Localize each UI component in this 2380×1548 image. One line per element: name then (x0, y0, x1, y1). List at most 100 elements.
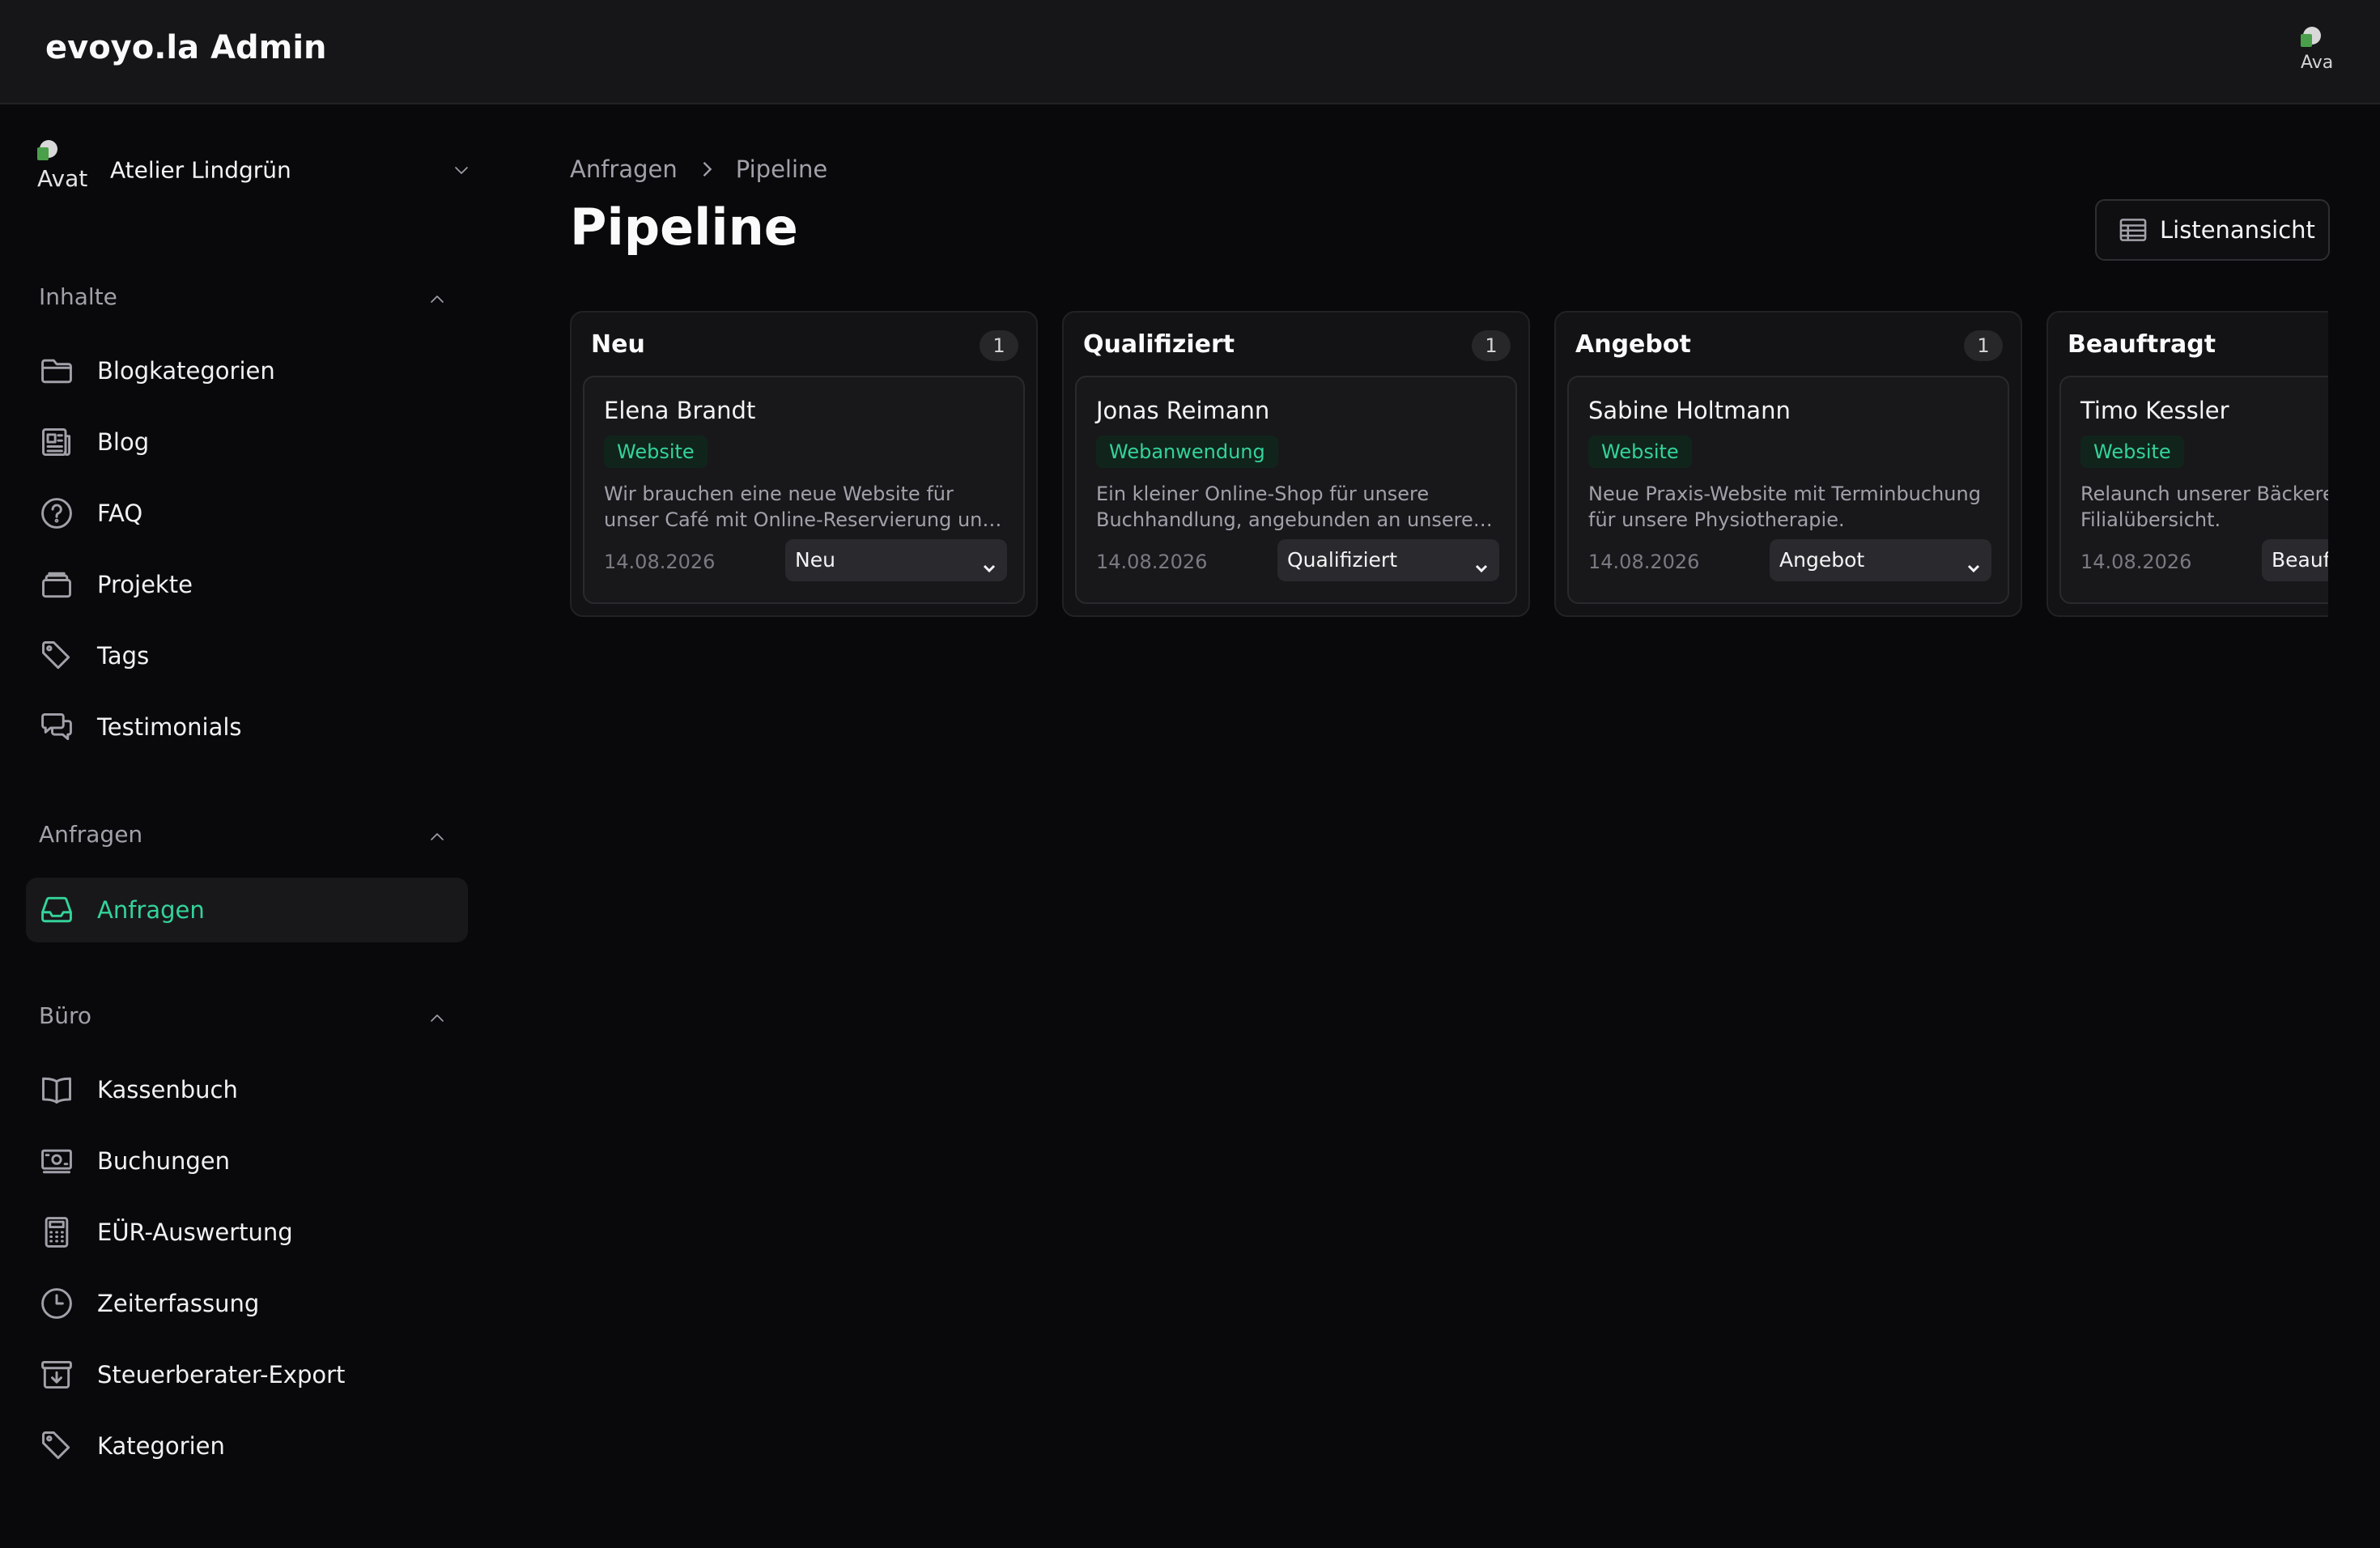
breadcrumb: Anfragen Pipeline (570, 155, 827, 183)
calculator-icon (39, 1214, 74, 1250)
chat-bubbles-icon (39, 709, 74, 745)
page-title: Pipeline (570, 198, 798, 257)
column-title: Qualifiziert (1083, 330, 1235, 359)
list-view-button[interactable]: Listenansicht (2095, 199, 2330, 261)
team-avatar-alt-text: Avat (37, 165, 88, 192)
sidebar-item-buchungen[interactable]: Buchungen (26, 1129, 468, 1193)
sidebar-item-label: EÜR-Auswertung (97, 1218, 293, 1246)
sidebar-item-steuerberater-export[interactable]: Steuerberater-Export (26, 1342, 468, 1407)
sidebar-item-anfragen[interactable]: Anfragen (26, 878, 468, 942)
archive-download-icon (39, 1357, 74, 1393)
lead-description: Wir brauchen eine neue Website für unser… (604, 483, 995, 531)
breadcrumb-parent[interactable]: Anfragen (570, 155, 678, 183)
sidebar-item-blog[interactable]: Blog (26, 410, 468, 474)
sidebar-item-zeiterfassung[interactable]: Zeiterfassung (26, 1271, 468, 1336)
lead-name: Elena Brandt (604, 397, 756, 424)
sidebar-item-eur-auswertung[interactable]: EÜR-Auswertung (26, 1200, 468, 1265)
tag-icon (39, 1428, 74, 1464)
lead-date: 14.08.2026 (1588, 551, 1700, 573)
tag-icon (39, 638, 74, 674)
top-bar: evoyo.la Admin Ava (0, 0, 2380, 104)
lead-card[interactable]: Elena Brandt Website Wir brauchen eine n… (583, 376, 1025, 604)
sidebar-item-faq[interactable]: FAQ (26, 481, 468, 546)
lead-card[interactable]: Timo Kessler Website Relaunch unserer Bä… (2059, 376, 2328, 604)
folder-icon (39, 353, 74, 389)
lead-name: Timo Kessler (2080, 397, 2229, 424)
sidebar-item-label: Steuerberater-Export (97, 1361, 346, 1389)
sidebar-item-label: Tags (97, 642, 150, 670)
user-avatar[interactable]: Ava (2301, 24, 2346, 81)
pipeline-board: Neu 1 Elena Brandt Website Wir brauchen … (570, 311, 2328, 619)
lead-date: 14.08.2026 (604, 551, 716, 573)
lead-type-badge: Website (2080, 436, 2184, 468)
sidebar-item-label: Zeiterfassung (97, 1290, 260, 1317)
lead-date: 14.08.2026 (2080, 551, 2192, 573)
user-avatar-alt-text: Ava (2301, 53, 2334, 73)
chevron-up-icon[interactable] (427, 1009, 447, 1028)
sidebar-item-kategorien[interactable]: Kategorien (26, 1414, 468, 1478)
sidebar-item-projekte[interactable]: Projekte (26, 552, 468, 617)
lead-description: Relaunch unserer Bäckerei-Website mit Fi… (2080, 483, 2328, 531)
lead-card[interactable]: Jonas Reimann Webanwendung Ein kleiner O… (1075, 376, 1517, 604)
broken-image-icon (37, 138, 62, 162)
newspaper-icon (39, 424, 74, 460)
column-count-badge: 1 (980, 330, 1018, 361)
sidebar-item-label: Kassenbuch (97, 1076, 238, 1104)
lead-date: 14.08.2026 (1096, 551, 1208, 573)
app-title: evoyo.la Admin (45, 29, 327, 66)
lead-type-badge: Website (604, 436, 708, 468)
sidebar-item-label: Blogkategorien (97, 357, 275, 385)
status-select[interactable]: Beauftragt (2262, 539, 2328, 581)
section-label-buero: Büro (39, 1002, 91, 1029)
lead-type-badge: Website (1588, 436, 1692, 468)
status-select-value: Beauftragt (2272, 548, 2328, 572)
sidebar-item-label: Projekte (97, 571, 193, 598)
chevron-up-icon[interactable] (427, 827, 447, 847)
book-icon (39, 1072, 74, 1108)
banknote-icon (39, 1143, 74, 1179)
question-icon (39, 495, 74, 531)
column-title: Angebot (1575, 330, 1691, 359)
sidebar-item-tags[interactable]: Tags (26, 623, 468, 688)
status-select[interactable]: Qualifiziert (1277, 539, 1499, 581)
lead-name: Sabine Holtmann (1588, 397, 1791, 424)
lead-type-badge: Webanwendung (1096, 436, 1278, 468)
status-select[interactable]: Neu (785, 539, 1007, 581)
sidebar: Avat Atelier Lindgrün Inhalte Blogkatego… (0, 105, 494, 1548)
lead-name: Jonas Reimann (1096, 397, 1270, 424)
chevron-down-icon (1472, 551, 1491, 573)
sidebar-item-label: Testimonials (97, 713, 242, 741)
chevron-right-icon (695, 158, 718, 181)
section-label-inhalte: Inhalte (39, 283, 117, 310)
team-switcher[interactable]: Avat Atelier Lindgrün (37, 138, 474, 194)
stack-icon (39, 567, 74, 602)
lead-card[interactable]: Sabine Holtmann Website Neue Praxis-Webs… (1567, 376, 2009, 604)
column-title: Neu (591, 330, 645, 359)
lead-description: Neue Praxis-Website mit Terminbuchung fü… (1588, 483, 1981, 531)
sidebar-item-kassenbuch[interactable]: Kassenbuch (26, 1057, 468, 1122)
pipeline-column-beauftragt: Beauftragt 1 Timo Kessler Website Relaun… (2046, 311, 2328, 617)
breadcrumb-current: Pipeline (735, 155, 828, 183)
chevron-up-icon[interactable] (427, 290, 447, 309)
status-select-value: Angebot (1779, 548, 1865, 572)
broken-image-icon (2301, 24, 2325, 49)
lead-description: Ein kleiner Online-Shop für unsere Buchh… (1096, 483, 1473, 531)
pipeline-column-qualifiziert: Qualifiziert 1 Jonas Reimann Webanwendun… (1062, 311, 1530, 617)
column-count-badge: 1 (1472, 330, 1511, 361)
sidebar-item-label: FAQ (97, 500, 143, 527)
pipeline-column-neu: Neu 1 Elena Brandt Website Wir brauchen … (570, 311, 1038, 617)
sidebar-item-label: Anfragen (97, 896, 205, 924)
status-select-value: Neu (795, 548, 835, 572)
chevron-down-icon (452, 160, 471, 180)
team-avatar: Avat (37, 138, 91, 202)
sidebar-item-label: Blog (97, 428, 150, 456)
sidebar-item-blogkategorien[interactable]: Blogkategorien (26, 338, 468, 403)
clock-icon (39, 1286, 74, 1321)
status-select[interactable]: Angebot (1770, 539, 1991, 581)
sidebar-item-testimonials[interactable]: Testimonials (26, 695, 468, 759)
chevron-down-icon (1964, 551, 1983, 573)
column-title: Beauftragt (2068, 330, 2216, 359)
pipeline-column-angebot: Angebot 1 Sabine Holtmann Website Neue P… (1554, 311, 2022, 617)
section-label-anfragen: Anfragen (39, 821, 143, 848)
column-count-badge: 1 (1964, 330, 2003, 361)
